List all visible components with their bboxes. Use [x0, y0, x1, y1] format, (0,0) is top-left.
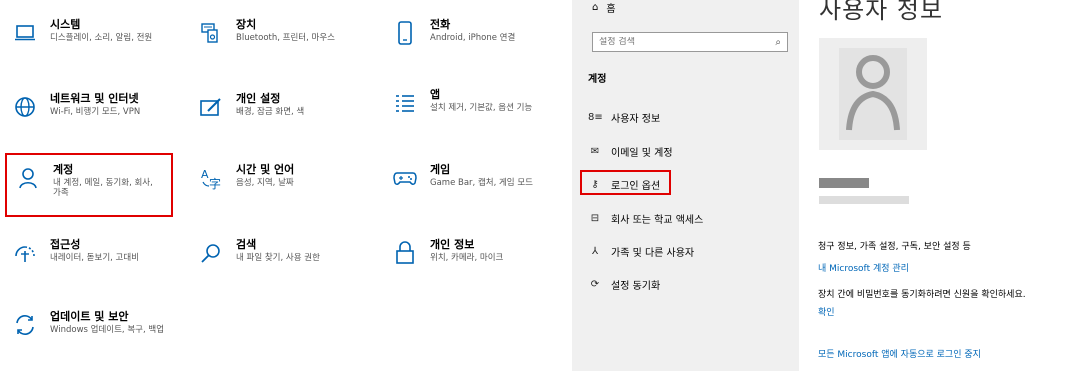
page-title: 사용자 정보	[819, 0, 944, 24]
category-title: 네트워크 및 인터넷	[50, 92, 139, 105]
category-desc: 설치 제거, 기본값, 옵션 기능	[430, 102, 533, 113]
category-privacy[interactable]: 개인 정보 위치, 카메라, 마이크	[390, 238, 503, 268]
category-desc: 디스플레이, 소리, 알림, 전원	[50, 32, 153, 43]
category-title: 전화	[430, 18, 451, 31]
category-system[interactable]: 시스템 디스플레이, 소리, 알림, 전원	[10, 18, 152, 48]
category-gaming[interactable]: 게임 Game Bar, 캡처, 게임 모드	[390, 163, 533, 193]
category-desc: 음성, 지역, 날짜	[236, 177, 294, 188]
category-desc: Game Bar, 캡처, 게임 모드	[430, 177, 533, 188]
home-icon: ⌂	[592, 2, 599, 13]
nav-item-email-accounts[interactable]: ✉ 이메일 및 계정	[588, 144, 673, 159]
phone-icon	[390, 18, 420, 48]
category-desc: 내레이터, 돋보기, 고대비	[50, 252, 140, 263]
category-phone[interactable]: 전화 Android, iPhone 연결	[390, 18, 515, 48]
svg-text:字: 字	[209, 176, 221, 190]
user-name-blurred	[819, 178, 869, 188]
category-title: 시간 및 언어	[236, 163, 295, 176]
settings-search-box[interactable]: ⌕	[592, 32, 788, 52]
briefcase-icon: ⊟	[590, 213, 600, 224]
nav-item-label: 설정 동기화	[611, 281, 661, 292]
category-desc: Wi-Fi, 비행기 모드, VPN	[50, 106, 141, 117]
category-title: 검색	[236, 238, 257, 251]
nav-item-your-info[interactable]: 8≡ 사용자 정보	[588, 110, 660, 125]
category-desc: Bluetooth, 프린터, 마우스	[236, 32, 335, 43]
category-title: 앱	[430, 88, 441, 101]
devices-icon	[196, 18, 226, 48]
gamepad-icon	[390, 163, 420, 193]
svg-text:A: A	[201, 168, 209, 181]
search-input[interactable]	[599, 37, 749, 47]
category-title: 게임	[430, 163, 451, 176]
nav-item-label: 이메일 및 계정	[611, 148, 673, 159]
person-icon	[13, 163, 43, 193]
category-title: 계정	[53, 163, 74, 176]
category-title: 접근성	[50, 238, 81, 251]
search-icon	[196, 238, 226, 268]
category-accessibility[interactable]: 접근성 내레이터, 돋보기, 고대비	[10, 238, 139, 268]
nav-item-family-users[interactable]: ⅄ 가족 및 다른 사용자	[588, 244, 694, 259]
nav-item-label: 사용자 정보	[611, 114, 661, 125]
category-apps[interactable]: 앱 설치 제거, 기본값, 옵션 기능	[390, 88, 532, 118]
nav-item-label: 회사 또는 학교 액세스	[611, 215, 704, 226]
verify-link[interactable]: 확인	[818, 305, 835, 318]
nav-section-title: 계정	[588, 74, 607, 85]
category-accounts[interactable]: 계정 내 계정, 메일, 동기화, 회사, 가족	[13, 163, 168, 199]
key-icon: ⚷	[591, 179, 599, 190]
verify-identity-text: 장치 간에 비밀번호를 동기화하려면 신원을 확인하세요.	[818, 290, 1026, 300]
category-desc: 배경, 잠금 화면, 색	[236, 106, 305, 117]
your-info-page: 사용자 정보 청구 정보, 가족 설정, 구독, 보안 설정 등 내 Micro…	[799, 0, 1071, 371]
user-info-icon: 8≡	[588, 112, 603, 123]
apps-list-icon	[390, 88, 420, 118]
category-time-language[interactable]: A字 시간 및 언어 음성, 지역, 날짜	[196, 163, 294, 193]
category-desc: 위치, 카메라, 마이크	[430, 252, 504, 263]
category-devices[interactable]: 장치 Bluetooth, 프린터, 마우스	[196, 18, 335, 48]
settings-home-grid: 시스템 디스플레이, 소리, 알림, 전원 장치 Bluetooth, 프린터, 마…	[0, 0, 572, 371]
nav-item-label: 가족 및 다른 사용자	[611, 248, 695, 259]
category-search[interactable]: 검색 내 파일 찾기, 사용 권한	[196, 238, 320, 268]
category-title: 개인 정보	[430, 238, 475, 251]
home-link[interactable]: ⌂ 홈	[592, 0, 616, 15]
user-email-blurred	[819, 196, 909, 204]
nav-item-sign-in-options[interactable]: ⚷ 로그인 옵션	[588, 177, 660, 192]
update-icon	[10, 310, 40, 340]
home-label: 홈	[606, 4, 616, 15]
category-desc: Windows 업데이트, 복구, 백업	[50, 324, 165, 335]
category-desc: Android, iPhone 연결	[430, 32, 516, 43]
paint-icon	[196, 92, 226, 122]
sync-icon: ⟳	[590, 279, 600, 290]
category-title: 시스템	[50, 18, 81, 31]
category-title: 업데이트 및 보안	[50, 310, 129, 323]
category-desc: 내 파일 찾기, 사용 권한	[236, 252, 320, 263]
globe-icon	[10, 92, 40, 122]
nav-item-label: 로그인 옵션	[611, 181, 661, 192]
lock-icon	[390, 238, 420, 268]
nav-item-sync-settings[interactable]: ⟳ 설정 동기화	[588, 277, 660, 292]
laptop-icon	[10, 18, 40, 48]
nav-item-work-school[interactable]: ⊟ 회사 또는 학교 액세스	[588, 211, 704, 226]
accounts-nav-pane: ⌂ 홈 ⌕ 계정 8≡ 사용자 정보 ✉ 이메일 및 계정 ⚷ 로그인 옵션 ⊟…	[572, 0, 799, 371]
category-personalization[interactable]: 개인 설정 배경, 잠금 화면, 색	[196, 92, 304, 122]
manage-account-link[interactable]: 내 Microsoft 계정 관리	[818, 261, 909, 274]
accessibility-icon	[10, 238, 40, 268]
category-title: 개인 설정	[236, 92, 281, 105]
family-icon: ⅄	[591, 246, 599, 257]
category-update-security[interactable]: 업데이트 및 보안 Windows 업데이트, 복구, 백업	[10, 310, 164, 340]
category-network[interactable]: 네트워크 및 인터넷 Wi-Fi, 비행기 모드, VPN	[10, 92, 140, 122]
category-desc: 내 계정, 메일, 동기화, 회사, 가족	[53, 177, 153, 199]
mail-icon: ✉	[590, 146, 600, 157]
category-title: 장치	[236, 18, 257, 31]
time-language-icon: A字	[196, 163, 226, 193]
search-icon[interactable]: ⌕	[775, 37, 781, 48]
avatar	[819, 38, 927, 150]
billing-info-text: 청구 정보, 가족 설정, 구독, 보안 설정 등	[818, 242, 971, 252]
stop-auto-signin-link[interactable]: 모든 Microsoft 앱에 자동으로 로그인 중지	[818, 347, 981, 360]
